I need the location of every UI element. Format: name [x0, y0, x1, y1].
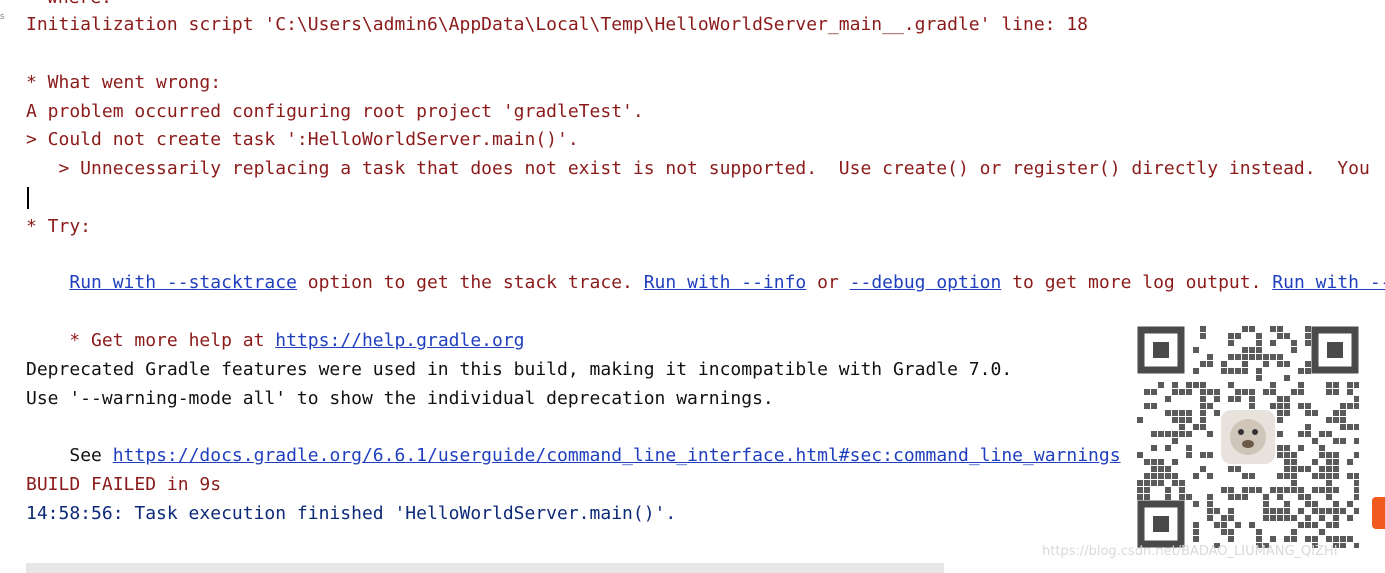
could-not-create-line: > Could not create task ':HelloWorldServ… [26, 129, 579, 150]
docs-warnings-link[interactable]: https://docs.gradle.org/6.6.1/userguide/… [113, 445, 1121, 466]
partial-where-line: where: [47, 0, 112, 8]
try-line: Run with --stacktrace option to get the … [26, 241, 1385, 293]
run-with-stacktrace-link[interactable]: Run with --stacktrace [69, 272, 297, 293]
warning-mode-line: Use '--warning-mode all' to show the ind… [26, 388, 774, 409]
try-header: * Try: [26, 216, 92, 237]
problem-line: A problem occurred configuring root proj… [26, 101, 644, 122]
qr-code-image [1137, 326, 1360, 549]
watermark-text: https://blog.csdn.net/BADAO_LIUMANG_QIZH… [1042, 544, 1338, 559]
try-text-1: option to get the stack trace. [296, 272, 644, 293]
qr-code-icon [1137, 326, 1360, 549]
csdn-brand-tab[interactable] [1372, 497, 1385, 529]
run-with-scan-link[interactable]: Run with --sc [1272, 272, 1385, 293]
try-text-2: or [806, 272, 850, 293]
horizontal-scrollbar[interactable] [26, 563, 944, 573]
gutter-mark: s [0, 12, 5, 22]
see-line: See https://docs.gradle.org/6.6.1/usergu… [26, 414, 1120, 466]
see-prefix: See [69, 445, 113, 466]
unnecessarily-replacing-line: > Unnecessarily replacing a task that do… [26, 158, 1370, 179]
init-script-line: Initialization script 'C:\Users\admin6\A… [26, 14, 1089, 35]
help-gradle-link[interactable]: https://help.gradle.org [275, 330, 524, 351]
run-with-info-link[interactable]: Run with --info [644, 272, 807, 293]
what-went-wrong-header: * What went wrong: [26, 72, 222, 93]
text-caret [27, 187, 29, 209]
debug-option-link[interactable]: --debug option [850, 272, 1002, 293]
deprecated-line: Deprecated Gradle features were used in … [26, 359, 1013, 380]
help-line: * Get more help at https://help.gradle.o… [26, 299, 524, 351]
build-failed-line: BUILD FAILED in 9s [26, 474, 222, 495]
try-text-3: to get more log output. [1001, 272, 1273, 293]
task-finished-line: 14:58:56: Task execution finished 'Hello… [26, 503, 677, 524]
help-prefix: * Get more help at [69, 330, 276, 351]
